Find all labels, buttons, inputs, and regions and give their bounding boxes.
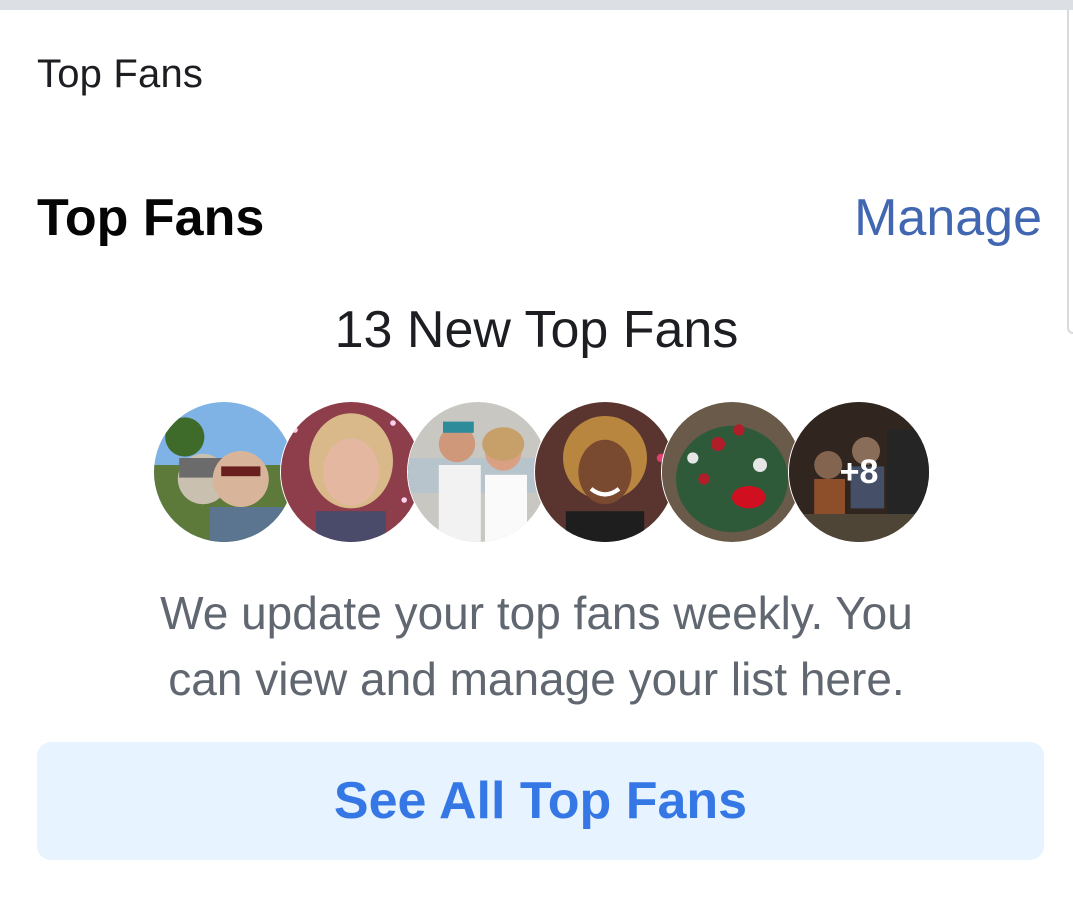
section-title: Top Fans: [37, 52, 204, 96]
scroll-edge: [1067, 10, 1073, 334]
see-all-top-fans-button[interactable]: See All Top Fans: [37, 742, 1044, 860]
info-line-1: We update your top fans weekly. You: [160, 587, 913, 639]
fan-avatar[interactable]: [661, 401, 803, 543]
manage-link[interactable]: Manage: [854, 188, 1042, 248]
new-top-fans-count: 13 New Top Fans: [334, 301, 739, 359]
fan-avatar[interactable]: [407, 401, 549, 543]
fan-avatar[interactable]: [280, 401, 422, 543]
fan-avatar[interactable]: [153, 401, 295, 543]
info-text: We update your top fans weekly. You can …: [0, 580, 1073, 712]
top-divider: [0, 0, 1073, 10]
info-line-2: can view and manage your list here.: [168, 653, 905, 705]
more-fans-avatar[interactable]: +8: [788, 401, 930, 543]
fan-avatar[interactable]: [534, 401, 676, 543]
card-title: Top Fans: [37, 189, 265, 247]
fan-avatar-row: +8: [153, 401, 933, 545]
more-fans-count: +8: [789, 402, 929, 542]
